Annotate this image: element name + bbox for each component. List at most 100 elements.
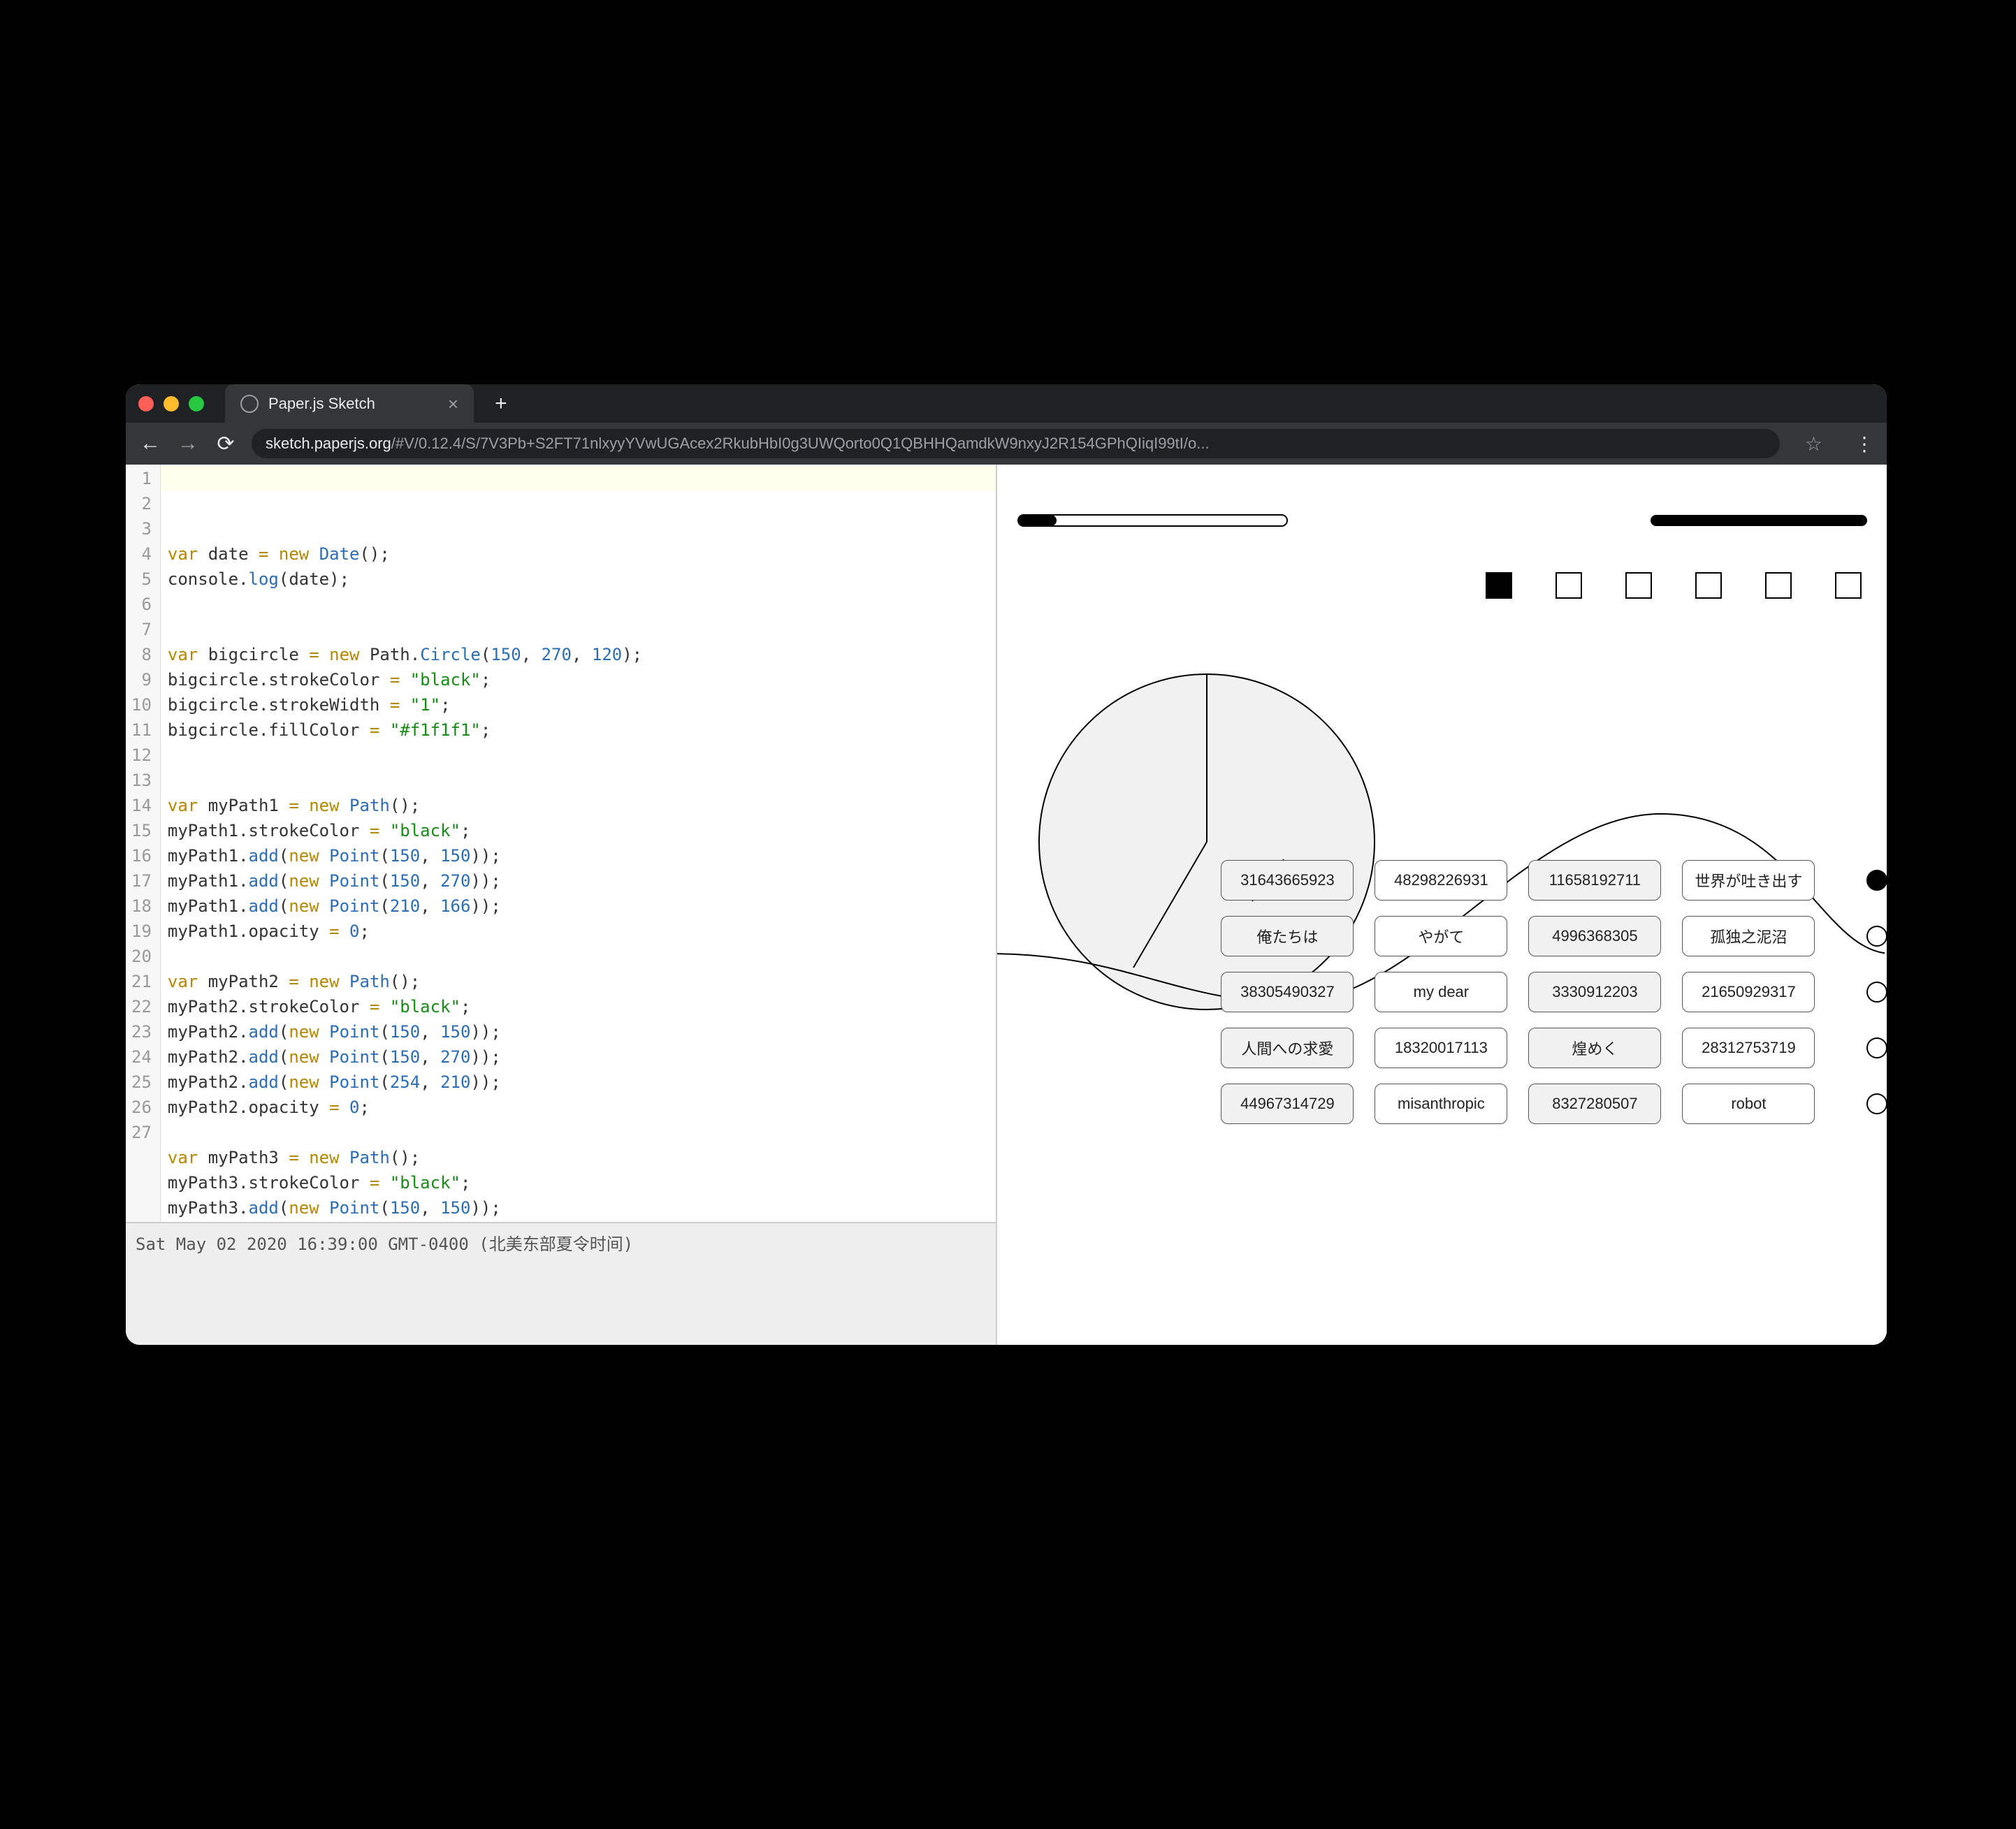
code-line[interactable]: bigcircle.strokeColor = "black"; — [168, 667, 989, 692]
active-line-highlight — [161, 466, 996, 491]
code-line[interactable]: myPath2.add(new Point(150, 270)); — [168, 1044, 989, 1070]
left-pane: 1234567891011121314151617181920212223242… — [126, 465, 997, 1345]
code-line[interactable]: myPath1.add(new Point(150, 150)); — [168, 843, 989, 868]
row-indicator-circle[interactable] — [1866, 1093, 1887, 1114]
row-indicator-circle[interactable] — [1866, 870, 1887, 891]
code-line[interactable] — [168, 1120, 989, 1145]
line-number: 13 — [131, 768, 152, 793]
code-line[interactable]: myPath2.add(new Point(254, 210)); — [168, 1070, 989, 1095]
grid-cell[interactable]: 44967314729 — [1221, 1084, 1354, 1124]
code-line[interactable] — [168, 944, 989, 969]
code-line[interactable]: var myPath2 = new Path(); — [168, 969, 989, 994]
row-indicator-circle[interactable] — [1866, 1037, 1887, 1058]
code-line[interactable] — [168, 592, 989, 617]
browser-menu-icon[interactable]: ⋮ — [1855, 432, 1874, 456]
code-line[interactable]: bigcircle.fillColor = "#f1f1f1"; — [168, 717, 989, 743]
grid-cell[interactable]: 4996368305 — [1528, 916, 1661, 956]
line-number: 12 — [131, 743, 152, 768]
grid-row: 俺たちはやがて 4996368305 孤独之泥沼 — [1221, 916, 1887, 956]
tab-title: Paper.js Sketch — [268, 395, 375, 413]
forward-button[interactable]: → — [176, 432, 200, 456]
url-path: /#V/0.12.4/S/7V3Pb+S2FT71nlxyyYVwUGAcex2… — [391, 435, 1210, 453]
grid-cell[interactable]: 8327280507 — [1528, 1084, 1661, 1124]
line-number: 4 — [131, 541, 152, 567]
grid-cell[interactable]: 俺たちは — [1221, 916, 1354, 956]
row-indicator-circle[interactable] — [1866, 982, 1887, 1003]
progress-bar-fill — [1018, 515, 1057, 526]
progress-bar-track — [1018, 515, 1287, 526]
button-grid: 31643665923 48298226931 11658192711 世界が吐き出す… — [1221, 860, 1887, 1124]
grid-cell[interactable]: 3330912203 — [1528, 972, 1661, 1012]
nav-square[interactable] — [1626, 573, 1651, 598]
browser-tab[interactable]: Paper.js Sketch × — [225, 384, 474, 423]
grid-cell[interactable]: 21650929317 — [1682, 972, 1815, 1012]
tab-close-icon[interactable]: × — [448, 395, 458, 413]
code-line[interactable]: myPath2.opacity = 0; — [168, 1095, 989, 1120]
grid-cell[interactable]: 煌めく — [1528, 1028, 1661, 1068]
line-number: 6 — [131, 592, 152, 617]
url-host: sketch.paperjs.org — [266, 435, 391, 453]
nav-square[interactable] — [1696, 573, 1721, 598]
code-line[interactable]: console.log(date); — [168, 567, 989, 592]
window-minimize-button[interactable] — [164, 396, 179, 411]
address-bar[interactable]: sketch.paperjs.org/#V/0.12.4/S/7V3Pb+S2F… — [252, 429, 1780, 458]
code-line[interactable]: myPath1.opacity = 0; — [168, 919, 989, 944]
canvas-pane: 31643665923 48298226931 11658192711 世界が吐き出す… — [997, 465, 1887, 1345]
code-line[interactable]: myPath2.strokeColor = "black"; — [168, 994, 989, 1019]
grid-cell[interactable]: 人間への求愛 — [1221, 1028, 1354, 1068]
grid-cell[interactable]: 38305490327 — [1221, 972, 1354, 1012]
code-line[interactable]: myPath3.add(new Point(150, 150)); — [168, 1195, 989, 1220]
reload-button[interactable]: ⟳ — [214, 432, 238, 456]
line-number: 27 — [131, 1120, 152, 1145]
line-number: 5 — [131, 567, 152, 592]
code-line[interactable]: var myPath1 = new Path(); — [168, 793, 989, 818]
progress-bar-solid — [1651, 515, 1867, 526]
back-button[interactable]: ← — [138, 432, 162, 456]
window-maximize-button[interactable] — [189, 396, 204, 411]
window-controls — [138, 396, 204, 411]
new-tab-button[interactable]: + — [495, 393, 507, 414]
line-number: 23 — [131, 1019, 152, 1044]
window-close-button[interactable] — [138, 396, 154, 411]
code-line[interactable]: var myPath3 = new Path(); — [168, 1145, 989, 1170]
grid-cell[interactable]: 世界が吐き出す — [1682, 860, 1815, 901]
line-number: 24 — [131, 1044, 152, 1070]
code-editor[interactable]: 1234567891011121314151617181920212223242… — [126, 465, 996, 1222]
line-number: 25 — [131, 1070, 152, 1095]
code-line[interactable]: myPath1.add(new Point(150, 270)); — [168, 868, 989, 894]
code-line[interactable]: myPath1.add(new Point(210, 166)); — [168, 894, 989, 919]
code-line[interactable]: var bigcircle = new Path.Circle(150, 270… — [168, 642, 989, 667]
grid-cell[interactable]: my dear — [1375, 972, 1507, 1012]
console-panel[interactable]: Sat May 02 2020 16:39:00 GMT-0400 (北美东部夏… — [126, 1222, 996, 1345]
code-line[interactable]: var date = new Date(); — [168, 541, 989, 567]
line-number: 18 — [131, 894, 152, 919]
code-line[interactable] — [168, 768, 989, 793]
grid-row: 31643665923 48298226931 11658192711 世界が吐き出す — [1221, 860, 1887, 901]
grid-cell[interactable]: 31643665923 — [1221, 860, 1354, 901]
grid-cell[interactable]: 11658192711 — [1528, 860, 1661, 901]
nav-square[interactable] — [1556, 573, 1581, 598]
grid-cell[interactable]: やがて — [1375, 916, 1507, 956]
grid-cell[interactable]: 28312753719 — [1682, 1028, 1815, 1068]
row-indicator-circle[interactable] — [1866, 926, 1887, 947]
code-line[interactable]: myPath2.add(new Point(150, 150)); — [168, 1019, 989, 1044]
grid-cell[interactable]: 孤独之泥沼 — [1682, 916, 1815, 956]
code-line[interactable]: bigcircle.strokeWidth = "1"; — [168, 692, 989, 717]
tab-strip: Paper.js Sketch × + — [126, 384, 1887, 423]
line-number: 10 — [131, 692, 152, 717]
bookmark-star-icon[interactable]: ☆ — [1805, 432, 1822, 456]
grid-cell[interactable]: 18320017113 — [1375, 1028, 1507, 1068]
code-line[interactable]: myPath1.strokeColor = "black"; — [168, 818, 989, 843]
grid-cell[interactable]: 48298226931 — [1375, 860, 1507, 901]
code-line[interactable]: myPath3.strokeColor = "black"; — [168, 1170, 989, 1195]
browser-window: Paper.js Sketch × + ← → ⟳ sketch.paperjs… — [126, 384, 1887, 1345]
grid-cell[interactable]: robot — [1682, 1084, 1815, 1124]
grid-cell[interactable]: misanthropic — [1375, 1084, 1507, 1124]
grid-row: 44967314729 misanthropic 8327280507 robot — [1221, 1084, 1887, 1124]
code-area[interactable]: var date = new Date();console.log(date);… — [161, 465, 996, 1222]
nav-square[interactable] — [1486, 573, 1511, 598]
nav-square[interactable] — [1836, 573, 1861, 598]
code-line[interactable] — [168, 617, 989, 642]
nav-square[interactable] — [1766, 573, 1791, 598]
code-line[interactable] — [168, 743, 989, 768]
